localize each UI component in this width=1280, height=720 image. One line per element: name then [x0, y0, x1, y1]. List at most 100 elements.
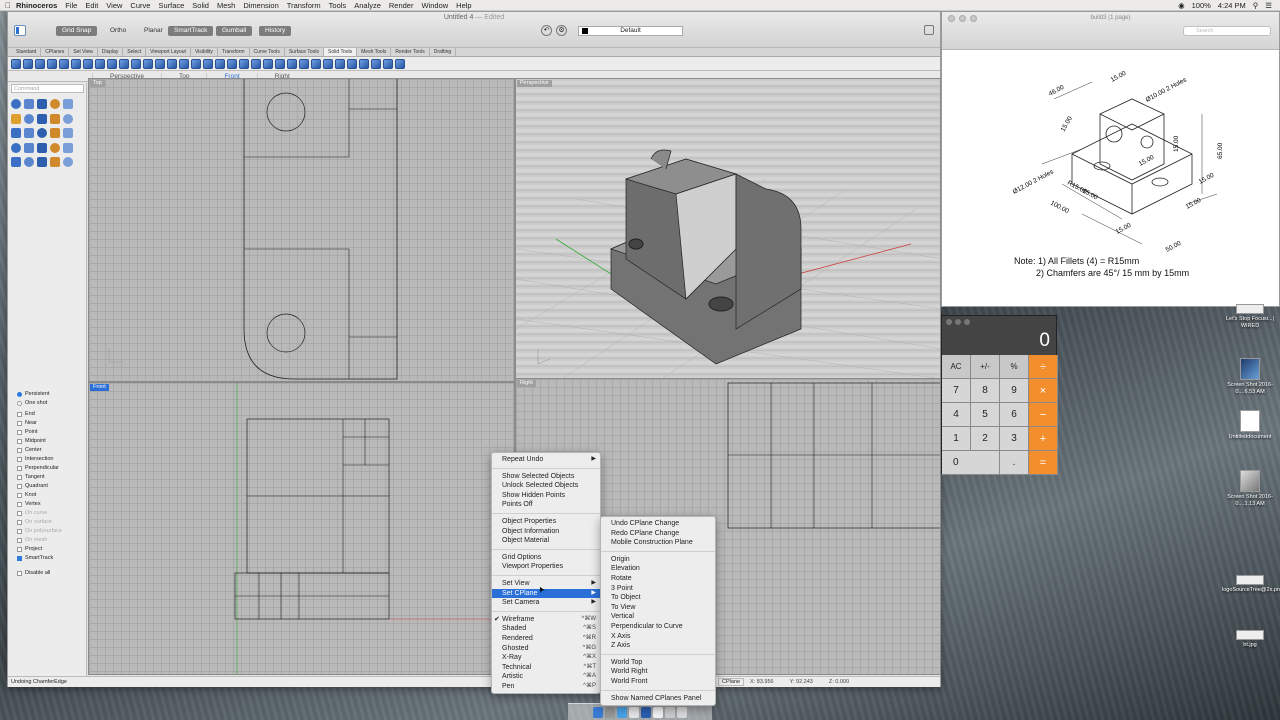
solid-tool-icon[interactable] [37, 99, 50, 114]
safari-icon[interactable] [617, 706, 627, 718]
cplane-item-origin[interactable]: Origin [601, 555, 715, 565]
mode-planar[interactable]: Planar [138, 26, 169, 36]
osnap-smarttrack[interactable]: SmartTrack [17, 554, 62, 563]
cplane-item-to-view[interactable]: To View [601, 603, 715, 613]
osnap-checkbox[interactable] [17, 430, 22, 435]
context-item-object-information[interactable]: Object Information [492, 527, 600, 537]
cplane-item-x-axis[interactable]: X Axis [601, 632, 715, 642]
calc-key[interactable]: 8 [971, 379, 1000, 403]
osnap-checkbox[interactable] [17, 511, 22, 516]
toolbar-tool-icon[interactable] [299, 58, 309, 69]
desktop-icon[interactable]: Screen Shot 2016-0....6.53 AM [1222, 358, 1278, 395]
apple-icon[interactable]:  [0, 1, 16, 10]
calc-key[interactable]: + [1029, 427, 1058, 451]
settings-icon[interactable]: ⚙ [556, 25, 567, 36]
osnap-checkbox[interactable] [17, 421, 22, 426]
toolbar-tool-icon[interactable] [371, 58, 381, 69]
osnap-checkbox[interactable] [17, 529, 22, 534]
osnap-tangent[interactable]: Tangent [17, 473, 62, 482]
calc-key[interactable]: 9 [1000, 379, 1029, 403]
context-item-x-ray[interactable]: X-Ray ^⌘X [492, 653, 600, 663]
solid-tool-icon[interactable] [37, 113, 50, 129]
osnap-intersection[interactable]: Intersection [17, 455, 62, 464]
tab-solid-tools[interactable]: Solid Tools [324, 48, 358, 56]
solid-tool-icon[interactable] [37, 157, 50, 172]
osnap-checkbox[interactable] [17, 401, 22, 406]
context-item-ghosted[interactable]: Ghosted ^⌘G [492, 644, 600, 654]
notification-icon[interactable]: ☰ [1265, 1, 1272, 10]
mode-gumball[interactable]: Gumball [216, 26, 253, 36]
menu-tools[interactable]: Tools [329, 1, 347, 10]
zoom-button[interactable] [964, 319, 970, 325]
clock[interactable]: 4:24 PM [1218, 1, 1246, 10]
tab-transform[interactable]: Transform [218, 48, 250, 56]
toolbar-tool-icon[interactable] [323, 58, 333, 69]
viewport-top[interactable]: Top [88, 78, 515, 382]
solid-tool-icon[interactable] [11, 128, 24, 143]
toolbar-tool-icon[interactable] [263, 58, 273, 69]
toolbar-tool-icon[interactable] [47, 58, 57, 69]
context-item-pen[interactable]: Pen ^⌘P [492, 682, 600, 692]
calc-key[interactable]: 5 [971, 403, 1000, 427]
menu-file[interactable]: File [65, 1, 77, 10]
osnap-checkbox[interactable] [17, 538, 22, 543]
solid-tool-icon[interactable] [63, 113, 76, 129]
calc-key[interactable]: 1 [942, 427, 971, 451]
menu-dimension[interactable]: Dimension [243, 1, 278, 10]
disable-all-checkbox[interactable]: Disable all [17, 569, 62, 578]
osnap-persistent[interactable]: Persistent [17, 390, 62, 399]
toolbar-tool-icon[interactable] [191, 58, 201, 69]
osnap-checkbox[interactable] [17, 475, 22, 480]
viewport-perspective[interactable]: Perspective [515, 78, 941, 382]
toolbar-tool-icon[interactable] [155, 58, 165, 69]
calc-key[interactable]: − [1029, 403, 1058, 427]
fullscreen-button[interactable] [924, 25, 934, 35]
tab-cplanes[interactable]: CPlanes [41, 48, 70, 56]
desktop-icon[interactable]: bt.jpg [1222, 630, 1278, 649]
osnap-quadrant[interactable]: Quadrant [17, 482, 62, 491]
calc-key[interactable]: 2 [971, 427, 1000, 451]
osnap-point[interactable]: Point [17, 428, 62, 437]
context-item-viewport-properties[interactable]: Viewport Properties [492, 562, 600, 572]
menu-solid[interactable]: Solid [192, 1, 209, 10]
solid-tool-icon[interactable] [11, 142, 24, 158]
launchpad-icon[interactable] [605, 706, 615, 718]
menu-transform[interactable]: Transform [287, 1, 321, 10]
solid-tool-icon[interactable] [37, 128, 50, 143]
trash-icon[interactable] [677, 706, 687, 718]
osnap-checkbox[interactable] [17, 556, 22, 561]
context-item-rendered[interactable]: Rendered ^⌘R [492, 634, 600, 644]
calc-key[interactable]: . [1000, 451, 1029, 475]
context-item-technical[interactable]: Technical ^⌘T [492, 663, 600, 673]
toolbar-tool-icon[interactable] [11, 58, 21, 69]
cplane-item-3-point[interactable]: 3 Point [601, 584, 715, 594]
finder-icon[interactable] [593, 706, 603, 718]
solid-tool-icon[interactable] [24, 99, 37, 114]
calc-key[interactable]: 7 [942, 379, 971, 403]
tab-surface-tools[interactable]: Surface Tools [285, 48, 325, 56]
toolbar-tool-icon[interactable] [71, 58, 81, 69]
close-button[interactable] [946, 319, 952, 325]
context-item-object-properties[interactable]: Object Properties [492, 517, 600, 527]
desktop-icon[interactable]: Screen Shot 2016-0....1.13 AM [1222, 470, 1278, 507]
solid-tool-icon[interactable] [24, 113, 37, 129]
cplane-item-perpendicular-to-curve[interactable]: Perpendicular to Curve [601, 622, 715, 632]
toolbar-tool-icon[interactable] [95, 58, 105, 69]
solid-tool-icon[interactable] [24, 142, 37, 158]
context-item-show-selected-objects[interactable]: Show Selected Objects [492, 472, 600, 482]
document-icon[interactable] [653, 706, 663, 718]
menu-analyze[interactable]: Analyze [354, 1, 381, 10]
mode-ortho[interactable]: Ortho [104, 26, 132, 36]
mode-smarttrack[interactable]: SmartTrack [168, 26, 214, 36]
menu-curve[interactable]: Curve [130, 1, 150, 10]
desktop-icon[interactable]: logoSourceTree@2x.png [1222, 575, 1280, 594]
toolbar-tool-icon[interactable] [383, 58, 393, 69]
toolbar-tool-icon[interactable] [203, 58, 213, 69]
calc-key[interactable]: 4 [942, 403, 971, 427]
cplane-item-world-right[interactable]: World Right [601, 667, 715, 677]
toolbar-tool-icon[interactable] [251, 58, 261, 69]
minimize-button[interactable] [955, 319, 961, 325]
toolbar-tool-icon[interactable] [59, 58, 69, 69]
solid-tool-icon[interactable] [50, 113, 63, 129]
tab-mesh-tools[interactable]: Mesh Tools [357, 48, 392, 56]
